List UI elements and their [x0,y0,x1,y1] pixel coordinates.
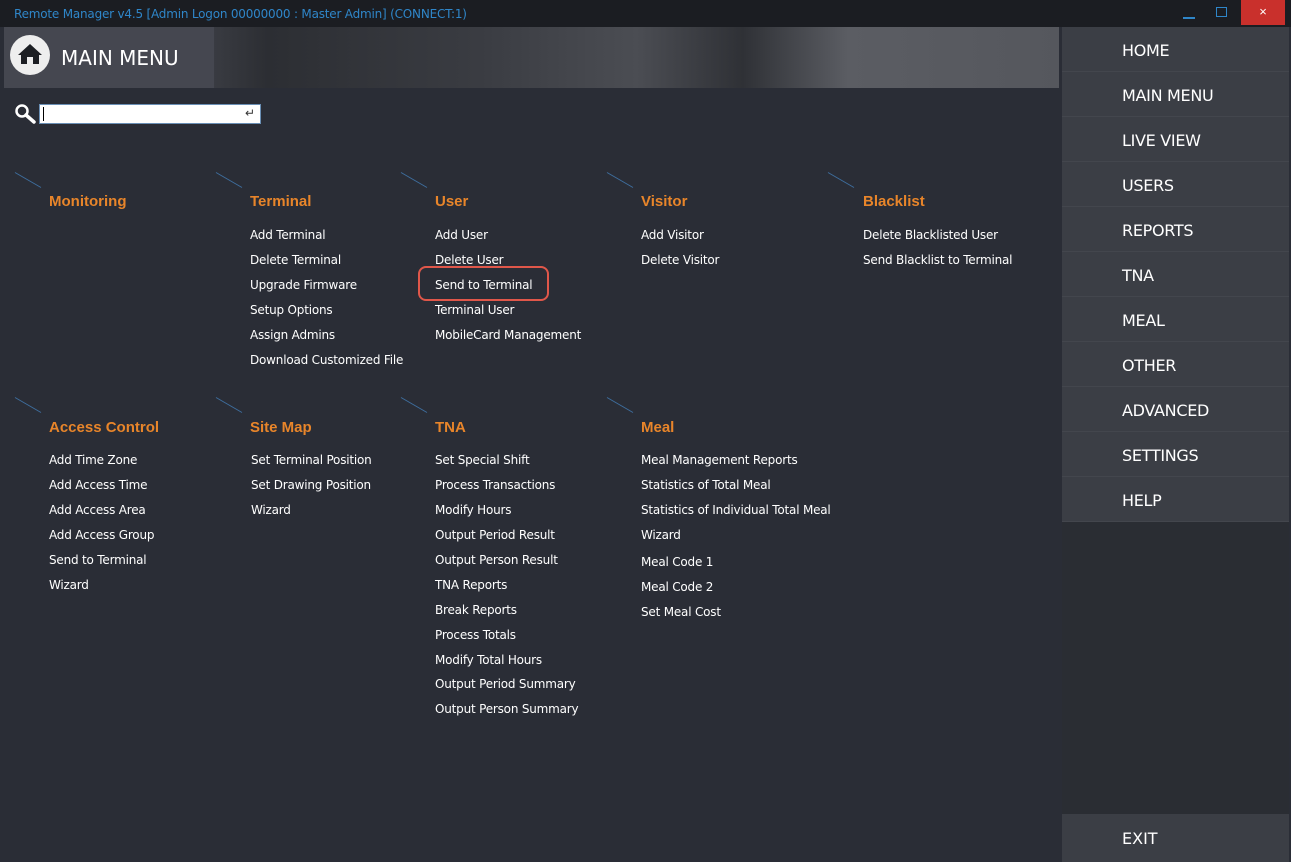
minimize-button[interactable] [1178,0,1200,25]
menu-item-statistics-total-meal[interactable]: Statistics of Total Meal [641,477,831,502]
exit-label: EXIT [1122,829,1158,848]
text-cursor [43,107,44,121]
sidebar-item-label: HELP [1122,491,1162,510]
sidebar-nav: HOME MAIN MENU LIVE VIEW USERS REPORTS T… [1062,27,1289,522]
category-title-user[interactable]: User [435,193,468,210]
menu-item-access-send-to-terminal[interactable]: Send to Terminal [49,552,154,577]
visitor-menu-list: Add Visitor Delete Visitor [641,227,719,277]
category-title-meal[interactable]: Meal [641,419,674,436]
menu-item-set-meal-cost[interactable]: Set Meal Cost [641,604,831,629]
search-input[interactable] [43,106,237,124]
menu-item-meal-wizard[interactable]: Wizard [641,527,831,554]
sidebar-item-label: REPORTS [1122,221,1194,240]
menu-item-meal-code-1[interactable]: Meal Code 1 [641,554,831,579]
menu-item-output-period-summary[interactable]: Output Period Summary [435,676,578,701]
sidebar-item-label: OTHER [1122,356,1177,375]
sidebar-item-label: SETTINGS [1122,446,1199,465]
menu-item-site-map-wizard[interactable]: Wizard [251,502,372,527]
category-title-site-map[interactable]: Site Map [250,419,312,436]
access-control-menu-list: Add Time Zone Add Access Time Add Access… [49,452,154,602]
sidebar-item-label: MAIN MENU [1122,86,1214,105]
menu-item-set-special-shift[interactable]: Set Special Shift [435,452,578,477]
enter-icon[interactable]: ↵ [245,106,255,120]
menu-item-access-wizard[interactable]: Wizard [49,577,154,602]
menu-item-break-reports[interactable]: Break Reports [435,602,578,627]
menu-item-terminal-user[interactable]: Terminal User [435,302,581,327]
category-title-monitoring[interactable]: Monitoring [49,193,126,210]
menu-item-add-access-group[interactable]: Add Access Group [49,527,154,552]
sidebar-item-home[interactable]: HOME [1062,27,1289,72]
menu-item-process-totals[interactable]: Process Totals [435,627,578,652]
home-icon[interactable] [10,35,50,75]
sidebar-item-label: USERS [1122,176,1174,195]
blacklist-menu-list: Delete Blacklisted User Send Blacklist t… [863,227,1013,277]
menu-item-download-customized-file[interactable]: Download Customized File [250,352,403,377]
maximize-button[interactable] [1210,0,1232,25]
sidebar-item-reports[interactable]: REPORTS [1062,207,1289,252]
sidebar-item-help[interactable]: HELP [1062,477,1289,522]
sidebar-item-label: TNA [1122,266,1154,285]
exit-button[interactable]: EXIT [1062,814,1289,862]
category-title-visitor[interactable]: Visitor [641,193,687,210]
menu-item-delete-blacklisted-user[interactable]: Delete Blacklisted User [863,227,1012,252]
tna-menu-list: Set Special Shift Process Transactions M… [435,452,579,726]
menu-item-add-user[interactable]: Add User [435,227,581,252]
menu-item-send-blacklist-to-terminal[interactable]: Send Blacklist to Terminal [863,252,1013,277]
menu-item-meal-code-2[interactable]: Meal Code 2 [641,579,831,604]
house-glyph [18,44,42,64]
menu-item-delete-terminal[interactable]: Delete Terminal [250,252,403,277]
category-title-tna[interactable]: TNA [435,419,466,436]
search-icon[interactable] [14,103,38,125]
sidebar-item-advanced[interactable]: ADVANCED [1062,387,1289,432]
menu-item-add-time-zone[interactable]: Add Time Zone [49,452,154,477]
menu-item-add-terminal[interactable]: Add Terminal [250,227,403,252]
sidebar-item-meal[interactable]: MEAL [1062,297,1289,342]
category-title-terminal[interactable]: Terminal [250,193,311,210]
menu-item-set-terminal-position[interactable]: Set Terminal Position [251,452,372,477]
menu-item-tna-reports[interactable]: TNA Reports [435,577,578,602]
sidebar-item-label: HOME [1122,41,1170,60]
highlight-send-to-terminal [418,266,549,301]
sidebar-item-other[interactable]: OTHER [1062,342,1289,387]
sidebar-item-users[interactable]: USERS [1062,162,1289,207]
header-banner: MAIN MENU [4,27,1059,88]
menu-item-assign-admins[interactable]: Assign Admins [250,327,403,352]
site-map-menu-list: Set Terminal Position Set Drawing Positi… [251,452,372,527]
menu-item-setup-options[interactable]: Setup Options [250,302,403,327]
menu-item-add-access-time[interactable]: Add Access Time [49,477,154,502]
title-bar: Remote Manager v4.5 [Admin Logon 0000000… [0,0,1291,27]
meal-menu-list: Meal Management Reports Statistics of To… [641,452,831,629]
sidebar-item-tna[interactable]: TNA [1062,252,1289,297]
sidebar-item-main-menu[interactable]: MAIN MENU [1062,72,1289,117]
category-title-blacklist[interactable]: Blacklist [863,193,925,210]
menu-item-output-person-result[interactable]: Output Person Result [435,552,578,577]
close-button[interactable]: × [1241,0,1285,25]
sidebar: HOME MAIN MENU LIVE VIEW USERS REPORTS T… [1062,27,1289,862]
menu-item-output-period-result[interactable]: Output Period Result [435,527,578,552]
menu-item-add-visitor[interactable]: Add Visitor [641,227,719,252]
sidebar-item-label: MEAL [1122,311,1165,330]
menu-item-process-transactions[interactable]: Process Transactions [435,477,578,502]
menu-item-set-drawing-position[interactable]: Set Drawing Position [251,477,372,502]
menu-item-statistics-individual-total-meal[interactable]: Statistics of Individual Total Meal [641,502,831,527]
menu-item-add-access-area[interactable]: Add Access Area [49,502,154,527]
menu-item-delete-visitor[interactable]: Delete Visitor [641,252,719,277]
menu-item-modify-hours[interactable]: Modify Hours [435,502,578,527]
page-title: MAIN MENU [61,46,179,70]
main-content [0,27,1060,862]
window-title: Remote Manager v4.5 [Admin Logon 0000000… [14,7,467,21]
terminal-menu-list: Add Terminal Delete Terminal Upgrade Fir… [250,227,403,377]
menu-item-meal-management-reports[interactable]: Meal Management Reports [641,452,831,477]
sidebar-item-label: LIVE VIEW [1122,131,1201,150]
menu-item-mobilecard-management[interactable]: MobileCard Management [435,327,581,352]
sidebar-item-settings[interactable]: SETTINGS [1062,432,1289,477]
menu-item-modify-total-hours[interactable]: Modify Total Hours [435,652,578,676]
sidebar-item-live-view[interactable]: LIVE VIEW [1062,117,1289,162]
search-field[interactable]: ↵ [39,104,261,124]
menu-item-upgrade-firmware[interactable]: Upgrade Firmware [250,277,403,302]
menu-item-output-person-summary[interactable]: Output Person Summary [435,701,579,726]
sidebar-item-label: ADVANCED [1122,401,1210,420]
category-title-access-control[interactable]: Access Control [49,419,159,436]
